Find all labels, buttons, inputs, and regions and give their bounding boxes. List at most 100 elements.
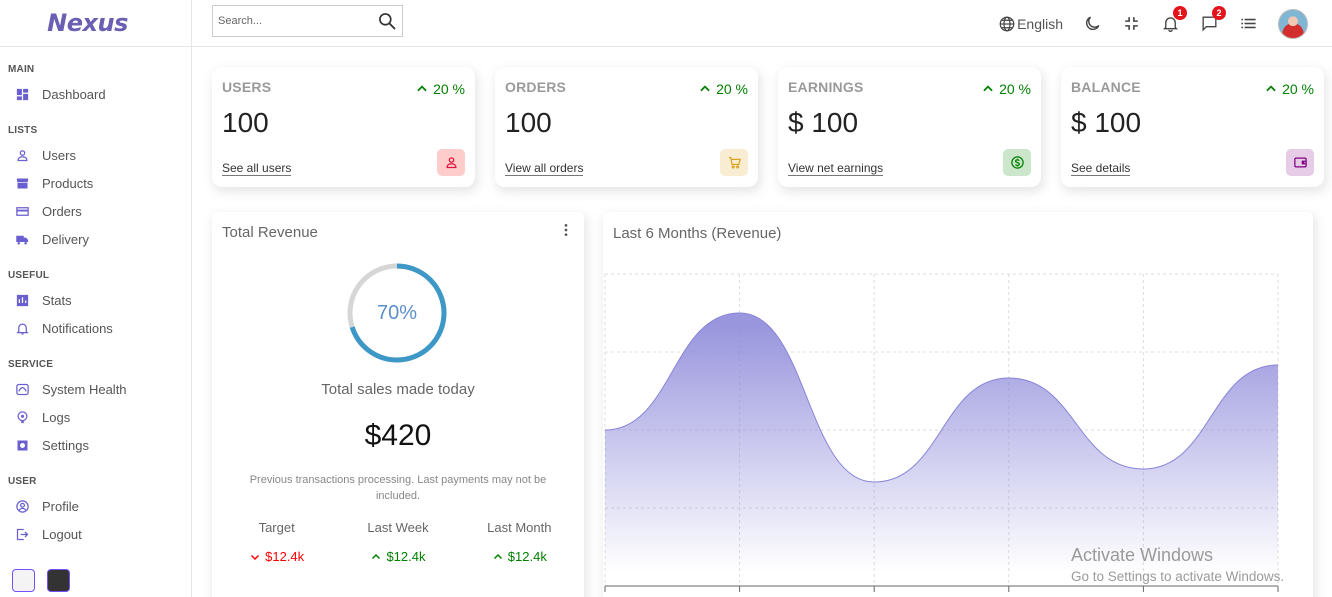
- logo-area[interactable]: Nexus: [0, 0, 191, 47]
- dashboard-icon: [14, 86, 30, 102]
- person-outlined-icon: [437, 149, 465, 176]
- widget-link[interactable]: See details: [1071, 161, 1131, 176]
- person-icon: [14, 147, 30, 163]
- chevron-up-icon: [700, 85, 710, 92]
- sidebar-item-delivery[interactable]: Delivery: [8, 225, 191, 253]
- sidebar-item-profile[interactable]: Profile: [8, 492, 191, 520]
- summary-item-amount: $12.4k: [507, 549, 547, 564]
- search-input[interactable]: [218, 15, 368, 27]
- more-options-button[interactable]: [558, 222, 574, 243]
- sidebar-section-title: USEFUL: [8, 270, 50, 281]
- sidebar-item-users[interactable]: Users: [8, 141, 191, 169]
- progress-ring: 70%: [346, 262, 448, 364]
- sidebar-item-label: Profile: [42, 498, 79, 514]
- sidebar-item-logs[interactable]: Logs: [8, 403, 191, 431]
- summary-item-result: $12.4k: [343, 549, 453, 564]
- widget-link[interactable]: View net earnings: [788, 161, 884, 176]
- language-label: English: [1017, 15, 1063, 32]
- shopping-cart-icon: [720, 149, 748, 176]
- dark-mode-toggle[interactable]: [1083, 14, 1102, 33]
- chevron-up-icon: [372, 553, 381, 559]
- chevron-up-icon: [983, 85, 993, 92]
- summary-item-last-month: Last Month $12.4k: [464, 520, 574, 564]
- sidebar-item-label: Settings: [42, 437, 89, 453]
- widget-earnings: EARNINGS $ 100 View net earnings 20 %: [778, 67, 1041, 187]
- sidebar-nav: MAIN Dashboard LISTS Users Products Orders Del…: [0, 64, 191, 548]
- summary-item-target: Target $12.4k: [222, 520, 332, 564]
- globe-icon: [999, 16, 1015, 31]
- widget-users: USERS 100 See all users 20 %: [212, 67, 475, 187]
- sidebar-item-label: Stats: [42, 292, 72, 308]
- widget-link[interactable]: View all orders: [505, 161, 584, 176]
- brain-icon: [14, 409, 30, 425]
- notifications-counter: 1: [1173, 6, 1187, 20]
- summary-item-result: $12.4k: [464, 549, 574, 564]
- sidebar-item-dashboard[interactable]: Dashboard: [8, 80, 191, 108]
- credit-card-icon: [14, 203, 30, 219]
- notifications-button[interactable]: 1: [1161, 6, 1187, 33]
- widget-counter: 100: [222, 107, 269, 138]
- sidebar-item-label: Logout: [42, 526, 82, 542]
- navbar: English 1 2: [192, 0, 1332, 47]
- sidebar-item-products[interactable]: Products: [8, 169, 191, 197]
- sidebar-section-lists: LISTS Users Products Orders Delivery: [0, 125, 191, 253]
- widget-percentage-value: 20 %: [999, 81, 1031, 97]
- messages-counter: 2: [1212, 6, 1226, 20]
- settings-icon: [14, 437, 30, 453]
- messages-button[interactable]: 2: [1200, 6, 1226, 33]
- widget-balance: BALANCE $ 100 See details 20 %: [1061, 67, 1324, 187]
- sidebar-item-label: Logs: [42, 409, 71, 425]
- search-icon[interactable]: [377, 11, 397, 31]
- search-box: [212, 5, 403, 37]
- list-menu-button[interactable]: [1239, 14, 1258, 33]
- revenue-area-chart: JanuaryFebruaryMarchAprilMayJune: [603, 273, 1291, 597]
- sidebar-item-logout[interactable]: Logout: [8, 520, 191, 548]
- summary-item-title: Last Week: [367, 520, 429, 535]
- truck-icon: [14, 231, 30, 247]
- navbar-items: English 1 2: [978, 0, 1308, 47]
- sidebar-item-label: Products: [42, 175, 94, 191]
- featured-summary: Target $12.4k Last Week $12.4k Last Month $12…: [212, 520, 584, 564]
- dollar-icon: [1003, 149, 1031, 176]
- theme-dark-option[interactable]: [47, 569, 70, 592]
- sidebar-item-notifications[interactable]: Notifications: [8, 314, 191, 342]
- fullscreen-exit-button[interactable]: [1122, 14, 1141, 33]
- sidebar-item-label: Notifications: [42, 320, 113, 336]
- bar-chart-icon: [14, 292, 30, 308]
- total-revenue-card: Total Revenue 70% Total sales made today…: [212, 212, 584, 597]
- fullscreen-exit-icon: [1125, 17, 1138, 30]
- widget-link[interactable]: See all users: [222, 161, 292, 176]
- sidebar-section-user: USER Profile Logout: [0, 476, 191, 548]
- app-root: Nexus MAIN Dashboard LISTS Users Products Ord…: [0, 0, 1332, 597]
- health-icon: [14, 381, 30, 397]
- sidebar-section-service: SERVICE System Health Logs Settings: [0, 359, 191, 459]
- widget-counter: $ 100: [1071, 107, 1142, 138]
- wallet-icon: [1286, 149, 1314, 176]
- sidebar-item-orders[interactable]: Orders: [8, 197, 191, 225]
- moon-icon: [1086, 16, 1100, 30]
- widget-orders: ORDERS 100 View all orders 20 %: [495, 67, 758, 187]
- sidebar-section-main: MAIN Dashboard: [0, 64, 191, 108]
- app-logo[interactable]: Nexus: [47, 9, 128, 37]
- sidebar-section-title: USER: [8, 476, 37, 487]
- widget-percentage: 20 %: [981, 81, 1031, 97]
- sidebar-section-title: MAIN: [8, 64, 35, 75]
- summary-item-amount: $12.4k: [265, 549, 305, 564]
- featured-amount: $420: [364, 419, 432, 452]
- language-selector[interactable]: English: [998, 15, 1063, 33]
- theme-light-option[interactable]: [12, 569, 35, 592]
- user-avatar[interactable]: [1278, 8, 1308, 39]
- widget-percentage-value: 20 %: [716, 81, 748, 97]
- account-circle-icon: [14, 498, 30, 514]
- chart-area-fill: [605, 313, 1278, 586]
- sidebar-section-title: SERVICE: [8, 359, 54, 370]
- bell-icon: [14, 320, 30, 336]
- featured-description: Previous transactions processing. Last p…: [249, 474, 547, 502]
- main-content: English 1 2: [192, 0, 1332, 597]
- widget-counter: $ 100: [788, 107, 859, 138]
- chevron-up-icon: [417, 85, 427, 92]
- sidebar-item-stats[interactable]: Stats: [8, 286, 191, 314]
- sidebar-item-settings[interactable]: Settings: [8, 431, 191, 459]
- sidebar-item-system-health[interactable]: System Health: [8, 375, 191, 403]
- list-icon: [1241, 18, 1256, 29]
